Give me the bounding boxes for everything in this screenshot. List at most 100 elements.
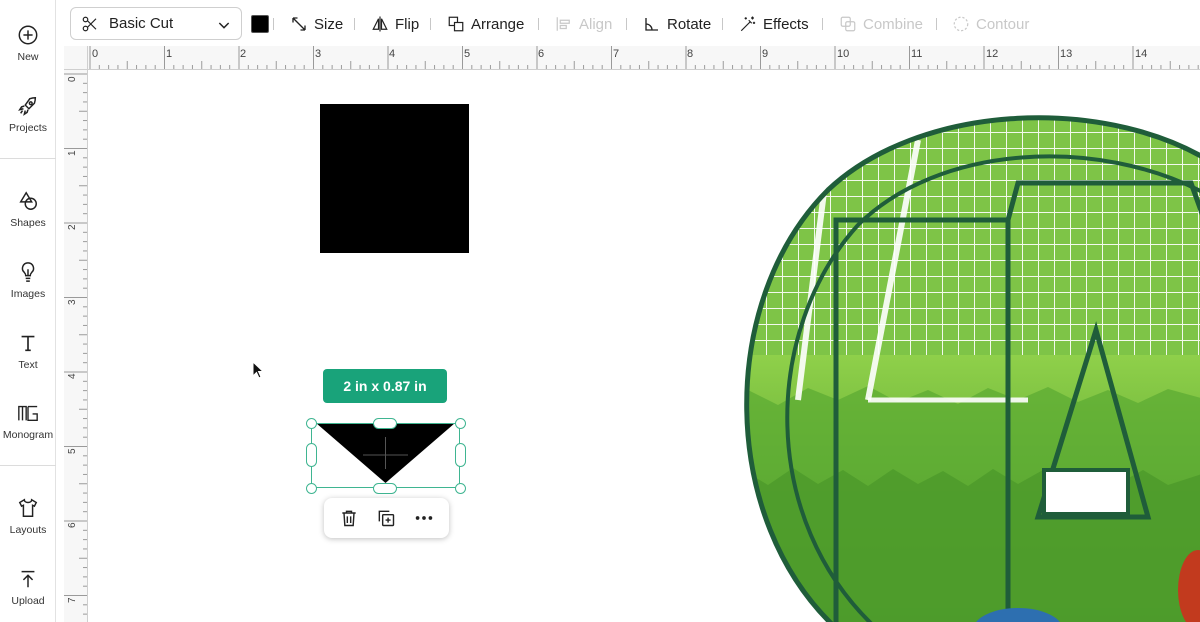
dimension-badge: 2 in x 0.87 in [323,369,447,403]
flip-button[interactable]: Flip [371,12,419,36]
sidebar-item-label: Monogram [2,429,54,441]
sidebar-divider [0,465,56,466]
ruler-top-label: 13 [1060,48,1073,60]
resize-handle-left[interactable] [306,443,317,467]
toolbar-divider [354,18,355,30]
rotate-button[interactable]: Rotate [643,12,711,36]
size-button[interactable]: Size [290,12,343,36]
contour-icon [953,16,969,32]
contour-label: Contour [976,15,1030,33]
combine-label: Combine [863,15,924,33]
sidebar-item-label: New [17,51,39,63]
ruler-top-label: 4 [389,48,396,60]
ruler-left-label: 5 [67,448,78,454]
sidebar-item-layouts[interactable]: Layouts [0,495,56,555]
arrange-icon [448,16,464,32]
arrange-label: Arrange [471,15,525,33]
trash-icon [342,510,356,527]
resize-handle-bottom-left[interactable] [306,483,317,494]
combine-icon [840,16,856,32]
rotate-label: Rotate [667,15,712,33]
ruler-top-label: 3 [315,48,322,60]
ruler-left-label: 1 [67,150,78,156]
text-icon [21,335,35,352]
ruler-corner [64,46,88,70]
operation-select[interactable]: Basic Cut [70,7,242,40]
duplicate-icon [379,510,395,527]
ruler-top-label: 9 [762,48,769,60]
toolbar-divider [822,18,823,30]
duplicate-button[interactable] [373,505,399,531]
ruler-top-label: 0 [92,48,99,60]
shapes-icon [19,191,37,210]
mouse-cursor-icon [252,361,265,379]
more-icon [415,516,433,520]
effects-button[interactable]: Effects [739,12,809,36]
design-canvas[interactable]: 2 in x 0.87 in [88,70,1200,622]
scissors-icon [82,16,97,31]
toolbar-divider [538,18,539,30]
sidebar-item-new[interactable]: New [0,22,56,82]
sidebar-item-upload[interactable]: Upload [0,566,56,622]
ruler-top-label: 14 [1135,48,1148,60]
square-shape[interactable] [320,104,469,253]
plus-circle-icon [18,25,38,45]
resize-handle-top[interactable] [373,418,397,429]
toolbar-divider [626,18,627,30]
ruler-top-label: 10 [837,48,850,60]
resize-handle-bottom[interactable] [373,483,397,494]
monogram-icon [18,405,38,422]
sidebar-item-projects[interactable]: Projects [0,93,56,153]
sidebar-item-label: Projects [9,122,47,134]
delete-button[interactable] [336,505,362,531]
selection-quick-toolbar [324,498,449,538]
ruler-left-label: 6 [67,522,78,528]
size-label: Size [314,15,344,33]
combine-button[interactable]: Combine [839,12,923,36]
resize-handle-bottom-right[interactable] [455,483,466,494]
operation-label: Basic Cut [109,15,174,32]
ruler-top-label: 6 [538,48,545,60]
ruler-top-label: 12 [986,48,999,60]
color-swatch[interactable] [251,15,269,33]
ruler-top-label: 11 [911,48,923,60]
contour-button[interactable]: Contour [952,12,1029,36]
sidebar-item-label: Images [10,288,46,300]
lightbulb-icon [21,262,35,282]
ruler-top-label: 1 [166,48,173,60]
rocket-icon [18,97,37,116]
ruler-left-label: 3 [67,299,78,305]
toolbar-divider [936,18,937,30]
ruler-top-label: 7 [613,48,620,60]
chevron-down-icon [218,22,230,29]
resize-handle-top-right[interactable] [455,418,466,429]
ruler-left-label: 2 [67,224,78,230]
ruler-top-ticks [89,46,1199,69]
flip-icon [372,16,388,32]
ruler-left-label: 7 [67,597,78,603]
ruler-top-label: 8 [687,48,694,60]
flip-label: Flip [395,15,420,33]
ruler-left-label: 4 [67,373,78,379]
sidebar-item-label: Shapes [10,217,46,229]
align-button[interactable]: Align [555,12,612,36]
sidebar-item-monogram[interactable]: Monogram [0,400,56,460]
rotate-angle-icon [645,18,658,31]
resize-handle-right[interactable] [455,443,466,467]
soccer-letter-image[interactable] [718,100,1200,622]
ruler-top-label: 5 [464,48,471,60]
upload-icon [21,570,35,588]
ruler-top-label: 2 [240,48,247,60]
arrange-button[interactable]: Arrange [447,12,524,36]
toolbar-divider [430,18,431,30]
align-label: Align [579,15,613,33]
more-options-button[interactable] [411,505,437,531]
resize-handle-top-left[interactable] [306,418,317,429]
edit-toolbar: Basic Cut Size Flip Arrange Align Rotate… [64,0,1200,46]
toolbar-divider [273,18,274,30]
sidebar-item-images[interactable]: Images [0,259,56,319]
shirt-icon [18,498,38,517]
ruler-left-label: 0 [67,76,78,82]
sidebar-item-shapes[interactable]: Shapes [0,188,56,248]
sidebar-item-text[interactable]: Text [0,330,56,390]
